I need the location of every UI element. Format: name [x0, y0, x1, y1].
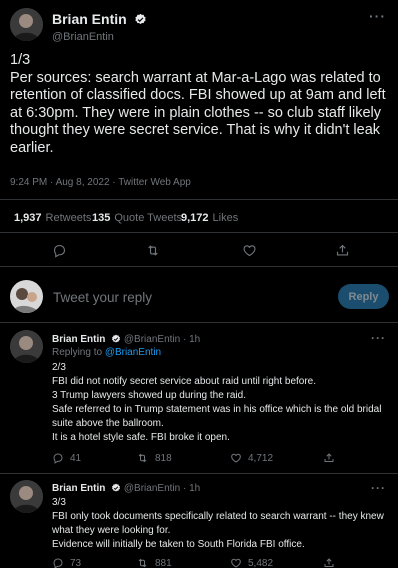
like-action[interactable]: 5,482: [230, 557, 273, 568]
reply-input[interactable]: Tweet your reply: [53, 290, 152, 305]
reply-header: Brian Entin @BrianEntin · 1h: [52, 482, 200, 497]
like-icon[interactable]: [242, 243, 257, 258]
like-action[interactable]: 4,712: [230, 452, 273, 464]
more-icon[interactable]: ···: [371, 481, 386, 495]
replying-to-link[interactable]: @BrianEntin: [105, 347, 161, 358]
like-count: 4,712: [248, 452, 274, 464]
verified-icon: [111, 334, 121, 348]
like-count: 5,482: [248, 557, 274, 568]
replying-to: Replying to @BrianEntin: [52, 347, 162, 358]
avatar-image: [10, 330, 43, 363]
tweet-timestamp[interactable]: 9:24 PM · Aug 8, 2022 · Twitter Web App: [10, 177, 191, 188]
share-action[interactable]: [323, 452, 335, 464]
author-name[interactable]: Brian Entin: [52, 11, 127, 27]
author-handle[interactable]: @BrianEntin: [52, 30, 147, 45]
reply-button-label: Reply: [348, 290, 379, 303]
share-icon: [324, 558, 334, 567]
more-icon[interactable]: ···: [369, 8, 386, 24]
user-avatar-image: [10, 280, 43, 313]
reply-action[interactable]: 73: [52, 557, 81, 568]
reply-count: 73: [70, 557, 82, 568]
more-icon[interactable]: ···: [371, 331, 386, 345]
likes-stat[interactable]: 9,172 Likes: [181, 212, 238, 224]
retweet-count: 818: [155, 452, 172, 464]
retweet-action[interactable]: 881: [136, 557, 172, 568]
reply-count: 41: [70, 452, 82, 464]
like-icon: [231, 453, 241, 463]
reply-author-handle[interactable]: @BrianEntin: [124, 483, 180, 494]
reply-time[interactable]: · 1h: [183, 334, 200, 345]
reply-text: 3/3 FBI only took documents specifically…: [52, 497, 384, 550]
reply-author-avatar[interactable]: [10, 330, 43, 363]
share-action[interactable]: [323, 557, 335, 568]
reply-author-handle[interactable]: @BrianEntin: [124, 334, 180, 345]
share-icon: [324, 453, 334, 462]
retweet-icon: [138, 453, 147, 463]
reply-icon: [53, 453, 63, 464]
reply-author-avatar[interactable]: [10, 480, 43, 513]
retweet-icon[interactable]: [145, 243, 161, 258]
reply-action[interactable]: 41: [52, 452, 81, 464]
quote-tweets-stat[interactable]: 135 Quote Tweets: [92, 212, 182, 224]
tweet-text: 1/3 Per sources: search warrant at Mar-a…: [10, 52, 386, 156]
reply-header: Brian Entin @BrianEntin · 1h: [52, 333, 200, 348]
share-icon[interactable]: [335, 243, 350, 258]
retweet-icon: [138, 558, 147, 568]
retweet-count: 881: [155, 557, 172, 568]
avatar-image: [10, 480, 43, 513]
reply-author-name[interactable]: Brian Entin: [52, 334, 105, 345]
user-avatar[interactable]: [10, 280, 43, 313]
reply-time[interactable]: · 1h: [183, 483, 200, 494]
reply-text: 2/3 FBI did not notify secret service ab…: [52, 362, 382, 443]
verified-icon: [111, 483, 121, 497]
author-avatar[interactable]: [10, 8, 43, 41]
verified-icon: [134, 13, 147, 30]
reply-icon: [53, 558, 63, 568]
reply-author-name[interactable]: Brian Entin: [52, 483, 105, 494]
reply-button[interactable]: Reply: [338, 284, 389, 309]
avatar-image: [10, 8, 43, 41]
reply-icon[interactable]: [52, 243, 67, 258]
like-icon: [231, 558, 241, 568]
retweet-action[interactable]: 818: [136, 452, 172, 464]
retweets-stat[interactable]: 1,937 Retweets: [14, 212, 91, 224]
